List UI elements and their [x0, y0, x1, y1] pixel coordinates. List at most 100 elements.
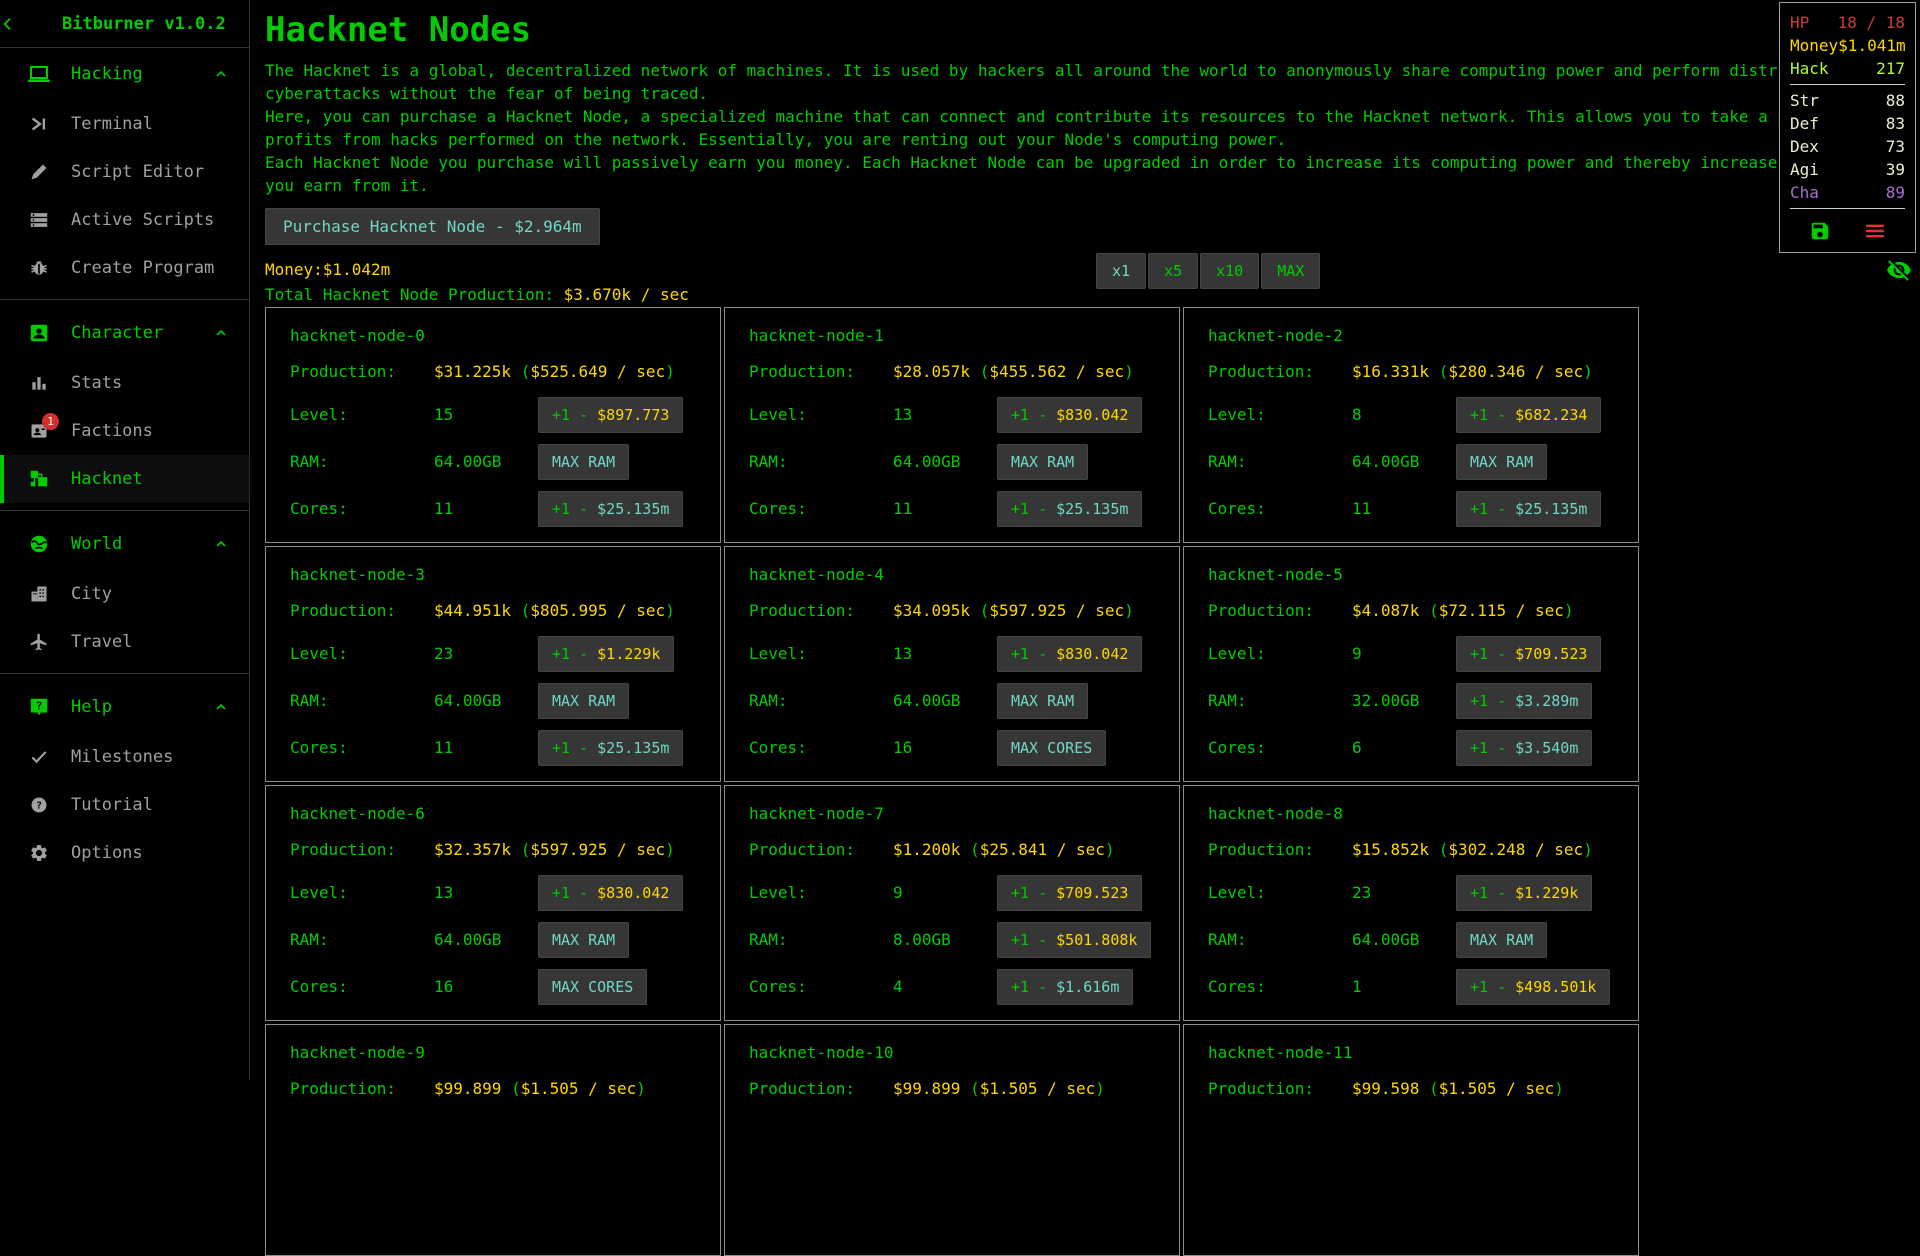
upgrade-cores-button[interactable]: +1 - $25.135m [1456, 491, 1601, 527]
sidebar-item-script-editor[interactable]: Script Editor [0, 148, 249, 196]
cores-label: Cores: [1208, 738, 1352, 757]
purchase-hacknet-node-button[interactable]: Purchase Hacknet Node - $2.964m [265, 208, 600, 245]
node-ram-row: RAM: 64.00GB MAX RAM [290, 438, 706, 485]
upgrade-cores-button[interactable]: +1 - $25.135m [538, 491, 683, 527]
cores-value: 11 [434, 738, 538, 757]
laptop-icon [27, 62, 51, 86]
upgrade-level-button[interactable]: +1 - $1.229k [1456, 875, 1592, 911]
upgrade-cores-button[interactable]: MAX CORES [997, 730, 1106, 766]
hacknet-grid: hacknet-node-0 Production: $31.225k ($52… [265, 307, 1640, 1256]
sidebar-item-tutorial[interactable]: ? Tutorial [0, 781, 249, 829]
sidebar-divider [0, 299, 249, 300]
factions-badge: 1 [42, 413, 59, 430]
str-value: 88 [1886, 89, 1905, 112]
multiplier-x1-button[interactable]: x1 [1096, 253, 1146, 289]
cores-value: 6 [1352, 738, 1456, 757]
upgrade-level-button[interactable]: +1 - $682.234 [1456, 397, 1601, 433]
sidebar-section-help[interactable]: ? Help [0, 681, 249, 733]
sidebar-item-factions[interactable]: 1 Factions [0, 407, 249, 455]
sidebar-item-milestones[interactable]: Milestones [0, 733, 249, 781]
upgrade-level-button[interactable]: +1 - $830.042 [997, 636, 1142, 672]
overlay-menu-button[interactable] [1864, 223, 1886, 239]
multiplier-x5-button[interactable]: x5 [1148, 253, 1198, 289]
ram-label: RAM: [749, 930, 893, 949]
sidebar-section-world[interactable]: World [0, 518, 249, 570]
building-icon [27, 582, 51, 606]
node-cores-row: Cores: 11 +1 - $25.135m [1208, 485, 1624, 532]
sidebar-item-travel[interactable]: Travel [0, 618, 249, 666]
eye-slash-icon [1886, 257, 1912, 283]
hacknet-page: Hacknet Nodes The Hacknet is a global, d… [251, 0, 1920, 1080]
upgrade-level-button[interactable]: +1 - $830.042 [538, 875, 683, 911]
sidebar-item-terminal[interactable]: Terminal [0, 100, 249, 148]
hacknet-node-card: hacknet-node-4 Production: $34.095k ($59… [724, 546, 1180, 782]
hacknet-node-card: hacknet-node-1 Production: $28.057k ($45… [724, 307, 1180, 543]
production-label: Production: [290, 362, 434, 381]
upgrade-cores-button[interactable]: +1 - $25.135m [538, 730, 683, 766]
node-production-row: Production: $99.899 ($1.505 / sec) [290, 1068, 706, 1108]
sidebar-item-label: Terminal [71, 114, 153, 134]
hacknet-node-card: hacknet-node-0 Production: $31.225k ($52… [265, 307, 721, 543]
collapse-sidebar-button[interactable] [0, 16, 62, 32]
node-name: hacknet-node-2 [1208, 318, 1624, 351]
agi-label: Agi [1790, 158, 1819, 181]
upgrade-cores-button[interactable]: +1 - $3.540m [1456, 730, 1592, 766]
sidebar-item-city[interactable]: City [0, 570, 249, 618]
multiplier-max-button[interactable]: MAX [1261, 253, 1320, 289]
upgrade-cores-button[interactable]: MAX CORES [538, 969, 647, 1005]
multiplier-x10-button[interactable]: x10 [1200, 253, 1259, 289]
node-production-row: Production: $99.899 ($1.505 / sec) [749, 1068, 1165, 1108]
upgrade-ram-button[interactable]: MAX RAM [538, 444, 629, 480]
save-game-button[interactable] [1809, 220, 1831, 242]
level-label: Level: [749, 883, 893, 902]
node-level-row: Level: 13 +1 - $830.042 [290, 869, 706, 916]
hacknet-node-card: hacknet-node-8 Production: $15.852k ($30… [1183, 785, 1639, 1021]
hp-label: HP [1790, 11, 1809, 34]
sidebar-item-create-program[interactable]: Create Program [0, 244, 249, 292]
sidebar-header: Bitburner v1.0.2 [0, 0, 249, 48]
total-production-label: Total Hacknet Node Production: [265, 285, 554, 304]
sidebar-item-label: Active Scripts [71, 210, 214, 230]
upgrade-ram-button[interactable]: MAX RAM [538, 683, 629, 719]
hacknet-node-card: hacknet-node-11 Production: $99.598 ($1.… [1183, 1024, 1639, 1256]
upgrade-ram-button[interactable]: MAX RAM [1456, 444, 1547, 480]
upgrade-cores-button[interactable]: +1 - $1.616m [997, 969, 1133, 1005]
upgrade-level-button[interactable]: +1 - $1.229k [538, 636, 674, 672]
sidebar-section-hacking[interactable]: Hacking [0, 48, 249, 100]
node-name: hacknet-node-10 [749, 1035, 1165, 1068]
upgrade-level-button[interactable]: +1 - $830.042 [997, 397, 1142, 433]
sidebar-section-label: Hacking [71, 64, 143, 84]
node-cores-row: Cores: 4 +1 - $1.616m [749, 963, 1165, 1010]
dex-label: Dex [1790, 135, 1819, 158]
sidebar-item-options[interactable]: Options [0, 829, 249, 877]
upgrade-ram-button[interactable]: +1 - $501.808k [997, 922, 1151, 958]
level-value: 8 [1352, 405, 1456, 424]
sidebar-section-character[interactable]: Character [0, 307, 249, 359]
upgrade-level-button[interactable]: +1 - $709.523 [1456, 636, 1601, 672]
upgrade-cores-button[interactable]: +1 - $498.501k [1456, 969, 1610, 1005]
hack-value: 217 [1876, 57, 1905, 80]
sidebar-item-active-scripts[interactable]: Active Scripts [0, 196, 249, 244]
ram-label: RAM: [290, 691, 434, 710]
sidebar-item-stats[interactable]: Stats [0, 359, 249, 407]
cores-value: 4 [893, 977, 997, 996]
upgrade-ram-button[interactable]: MAX RAM [1456, 922, 1547, 958]
network-tree-icon [27, 467, 51, 491]
toggle-overlay-visibility-button[interactable] [1886, 257, 1912, 283]
production-value: $44.951k ($805.995 / sec) [434, 601, 675, 620]
upgrade-ram-button[interactable]: MAX RAM [997, 444, 1088, 480]
upgrade-cores-button[interactable]: +1 - $25.135m [997, 491, 1142, 527]
node-ram-row: RAM: 64.00GB MAX RAM [1208, 916, 1624, 963]
chevron-up-icon [213, 699, 229, 715]
upgrade-ram-button[interactable]: MAX RAM [538, 922, 629, 958]
description-paragraph: Here, you can purchase a Hacknet Node, a… [265, 105, 1910, 151]
upgrade-ram-button[interactable]: +1 - $3.289m [1456, 683, 1592, 719]
sidebar-item-hacknet[interactable]: Hacknet [0, 455, 249, 503]
node-cores-row: Cores: 11 +1 - $25.135m [749, 485, 1165, 532]
node-ram-row: RAM: 32.00GB +1 - $3.289m [1208, 677, 1624, 724]
upgrade-level-button[interactable]: +1 - $709.523 [997, 875, 1142, 911]
node-production-row: Production: $99.598 ($1.505 / sec) [1208, 1068, 1624, 1108]
upgrade-ram-button[interactable]: MAX RAM [997, 683, 1088, 719]
upgrade-level-button[interactable]: +1 - $897.773 [538, 397, 683, 433]
hack-label: Hack [1790, 57, 1829, 80]
